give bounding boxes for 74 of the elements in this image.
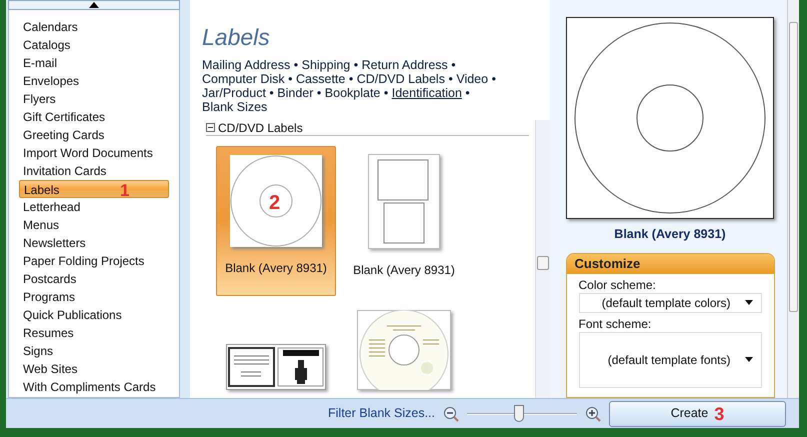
category-item[interactable]: Web Sites [23,360,165,378]
scrollbar[interactable] [535,120,550,398]
step-number: 2 [269,192,280,214]
category-item[interactable]: Calendars [23,18,165,36]
bullet: • [269,86,274,100]
template-caption: Blank (Avery 8931) [225,260,327,277]
page-title: Labels [202,23,271,52]
category-link[interactable]: Binder [277,86,314,100]
template-caption: Blank (Avery 8931) [353,262,455,279]
filter-link[interactable]: Filter Blank Sizes... [328,404,435,423]
category-item[interactable]: Newsletters [23,234,165,252]
bullet: • [294,58,298,72]
bullet: • [465,86,470,100]
category-link[interactable]: Identification [392,86,462,100]
category-item[interactable]: Programs [23,288,165,306]
category-item[interactable]: Resumes [23,324,165,342]
field-label: Font scheme: [578,316,652,332]
preview-caption: Blank (Avery 8931) [614,226,726,243]
category-link[interactable]: Bookplate [324,86,380,100]
create-button[interactable]: Create 3 [609,400,786,426]
scheme-dropdown[interactable]: (default template colors) [578,292,762,313]
bullet: • [384,86,388,100]
category-link[interactable]: Computer Disk [202,72,285,86]
dropdown-arrow-icon [744,300,752,306]
scheme-dropdown[interactable]: (default template fonts) [578,332,762,388]
category-item[interactable]: Envelopes [23,72,165,90]
category-item[interactable]: Greeting Cards [23,126,165,144]
panel-title: Customize [566,254,774,274]
scrollbar[interactable] [787,0,799,398]
slider-thumb[interactable] [514,404,524,422]
zoom-in-icon[interactable] [585,406,601,422]
dropdown-arrow-icon [744,357,752,362]
scroll-thumb[interactable] [789,22,798,312]
category-item[interactable]: Postcards [23,270,165,288]
category-item[interactable]: Catalogs [23,36,165,54]
collapse-icon[interactable] [206,123,215,132]
scroll-up-button[interactable] [8,0,180,10]
category-item[interactable]: Labels 1 [19,180,169,198]
zoom-slider[interactable] [467,404,577,424]
step-number: 1 [120,182,130,200]
category-link[interactable]: Return Address [362,58,448,72]
category-item[interactable]: Paper Folding Projects [23,252,165,270]
up-arrow-icon [89,2,99,8]
category-link[interactable]: Jar/Product [202,86,266,100]
section-title: CD/DVD Labels [218,120,303,136]
category-item[interactable]: Signs [23,342,165,360]
category-link[interactable]: Cassette [296,72,346,86]
bullet: • [354,58,358,72]
bullet: • [348,72,354,86]
bullet: • [451,58,456,72]
category-link[interactable]: Mailing Address [202,58,290,72]
category-item[interactable]: With Compliments Cards [23,378,165,396]
bullet: • [492,72,496,86]
category-item[interactable]: Gift Certificates [23,108,165,126]
template-thumbnail[interactable]: Blank (Avery 8931) [344,146,464,296]
bullet: • [448,72,453,86]
category-item[interactable]: Import Word Documents [23,144,165,162]
category-item[interactable]: Menus [23,216,165,234]
category-link[interactable]: Video [456,72,488,86]
scroll-thumb[interactable] [537,256,549,270]
category-item[interactable]: Quick Publications [23,306,165,324]
category-link[interactable]: Shipping [302,58,350,72]
category-item[interactable]: E-mail [23,54,165,72]
field-label: Color scheme: [578,276,657,293]
step-number: 3 [714,404,724,422]
category-item[interactable]: Letterhead [23,198,165,216]
bullet: • [288,72,293,86]
category-link[interactable]: Blank Sizes [202,100,268,114]
category-item[interactable]: Invitation Cards [23,162,165,180]
category-item[interactable]: Flyers [23,90,165,108]
zoom-out-icon[interactable] [443,406,459,422]
bullet: • [316,86,322,100]
category-link[interactable]: CD/DVD Labels [356,72,445,86]
template-thumbnail[interactable]: 2 Blank (Avery 8931) [216,146,336,296]
